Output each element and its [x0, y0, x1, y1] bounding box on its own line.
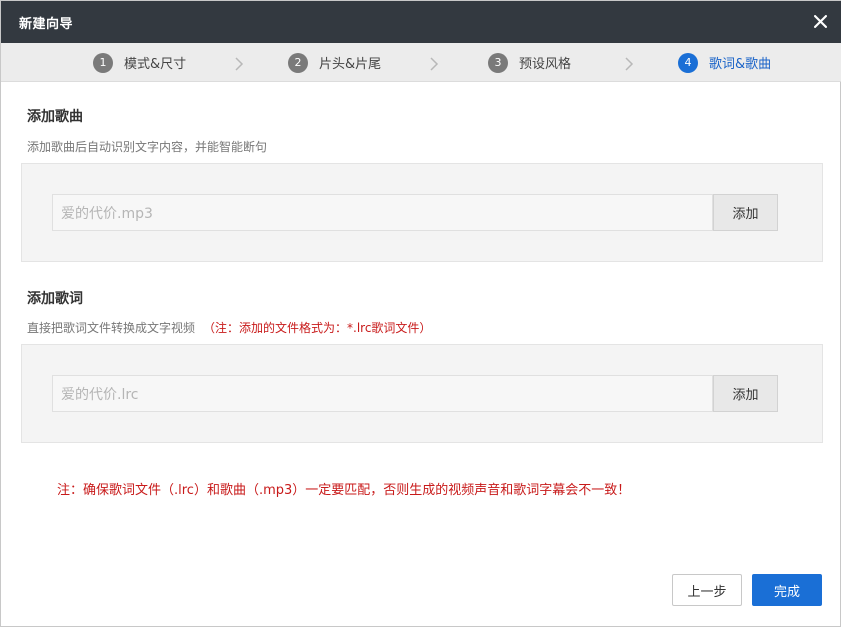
song-panel: 爱的代价.mp3 添加: [21, 163, 823, 262]
song-file-input[interactable]: 爱的代价.mp3: [52, 194, 713, 231]
chevron-right-icon: [624, 56, 634, 71]
step-lyrics-song[interactable]: 4 歌词&歌曲: [678, 43, 771, 82]
wizard-steps: 1 模式&尺寸 2 片头&片尾 3 预设风格 4 歌词&歌曲: [1, 43, 841, 82]
add-song-button[interactable]: 添加: [713, 194, 778, 231]
previous-step-button[interactable]: 上一步: [672, 574, 742, 606]
chevron-right-icon: [429, 56, 439, 71]
step-number: 1: [93, 52, 113, 73]
lyrics-panel: 爱的代价.lrc 添加: [21, 344, 823, 443]
song-section-desc: 添加歌曲后自动识别文字内容，并能智能断句: [27, 140, 268, 154]
step-label: 片头&片尾: [319, 57, 382, 72]
step-number: 3: [488, 52, 508, 73]
song-section-title: 添加歌曲: [27, 109, 83, 125]
step-label: 模式&尺寸: [124, 57, 187, 72]
step-number: 2: [288, 52, 308, 73]
step-preset-style[interactable]: 3 预设风格: [488, 43, 571, 82]
dialog-title: 新建向导: [19, 17, 74, 32]
lyrics-section-desc: 直接把歌词文件转换成文字视频 （注：添加的文件格式为：*.lrc歌词文件）: [27, 319, 431, 336]
step-label: 歌词&歌曲: [709, 57, 772, 72]
step-mode-size[interactable]: 1 模式&尺寸: [93, 43, 186, 82]
lyrics-desc-text: 直接把歌词文件转换成文字视频: [27, 321, 196, 335]
step-intro-outro[interactable]: 2 片头&片尾: [288, 43, 381, 82]
close-icon: [813, 14, 827, 28]
step-number: 4: [678, 52, 698, 73]
lyrics-file-input[interactable]: 爱的代价.lrc: [52, 375, 713, 412]
step-label: 预设风格: [519, 57, 572, 72]
new-wizard-dialog: 新建向导 1 模式&尺寸 2 片头&片尾 3 预设风格 4 歌词&歌曲 添加歌曲…: [0, 0, 841, 627]
match-warning: 注：确保歌词文件（.lrc）和歌曲（.mp3）一定要匹配，否则生成的视频声音和歌…: [57, 483, 631, 498]
title-bar: 新建向导: [1, 1, 841, 43]
lyrics-section-title: 添加歌词: [27, 291, 83, 307]
add-lyrics-button[interactable]: 添加: [713, 375, 778, 412]
lyrics-format-note: （注：添加的文件格式为：*.lrc歌词文件）: [203, 321, 432, 335]
finish-button[interactable]: 完成: [752, 574, 822, 606]
chevron-right-icon: [234, 56, 244, 71]
close-button[interactable]: [808, 9, 832, 33]
